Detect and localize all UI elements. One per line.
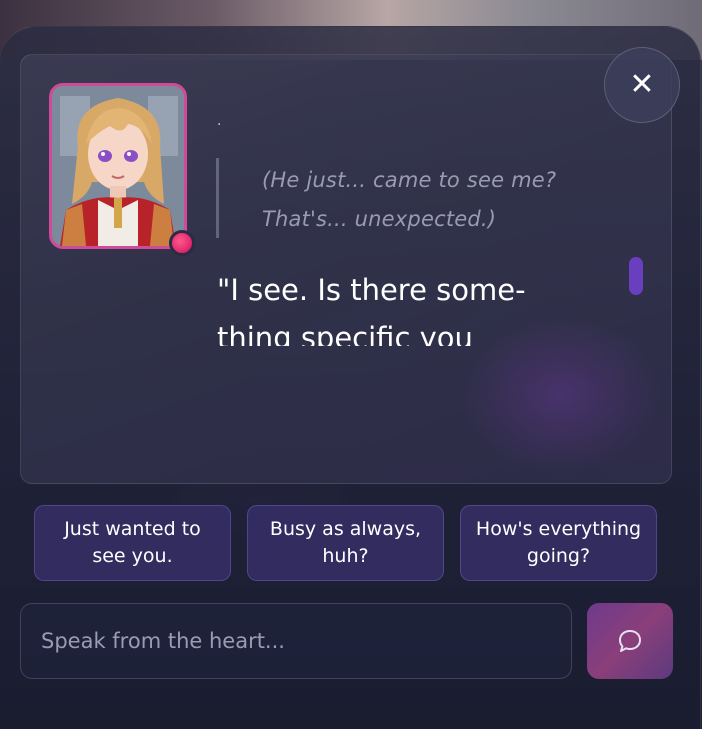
character-avatar bbox=[49, 83, 187, 249]
reply-choice-2[interactable]: Busy as always, huh? bbox=[247, 505, 444, 581]
dialogue-speech-text: "I see. Is there some- thing specific yo… bbox=[217, 273, 526, 346]
thought-divider bbox=[216, 158, 219, 238]
reply-choice-3[interactable]: How's everything going? bbox=[460, 505, 657, 581]
scrollbar-thumb[interactable] bbox=[629, 257, 643, 295]
message-input[interactable] bbox=[20, 603, 572, 679]
status-heart-icon bbox=[169, 230, 195, 256]
speaker-name: . bbox=[217, 113, 222, 129]
reply-choice-1[interactable]: Just wanted to see you. bbox=[34, 505, 231, 581]
inner-thought-text: (He just... came to see me? That's... un… bbox=[262, 168, 557, 231]
send-button[interactable] bbox=[587, 603, 673, 679]
character-portrait-icon bbox=[52, 86, 184, 246]
chat-bubble-icon bbox=[619, 630, 641, 652]
close-icon: ✕ bbox=[629, 67, 655, 102]
close-button[interactable]: ✕ bbox=[604, 47, 680, 123]
